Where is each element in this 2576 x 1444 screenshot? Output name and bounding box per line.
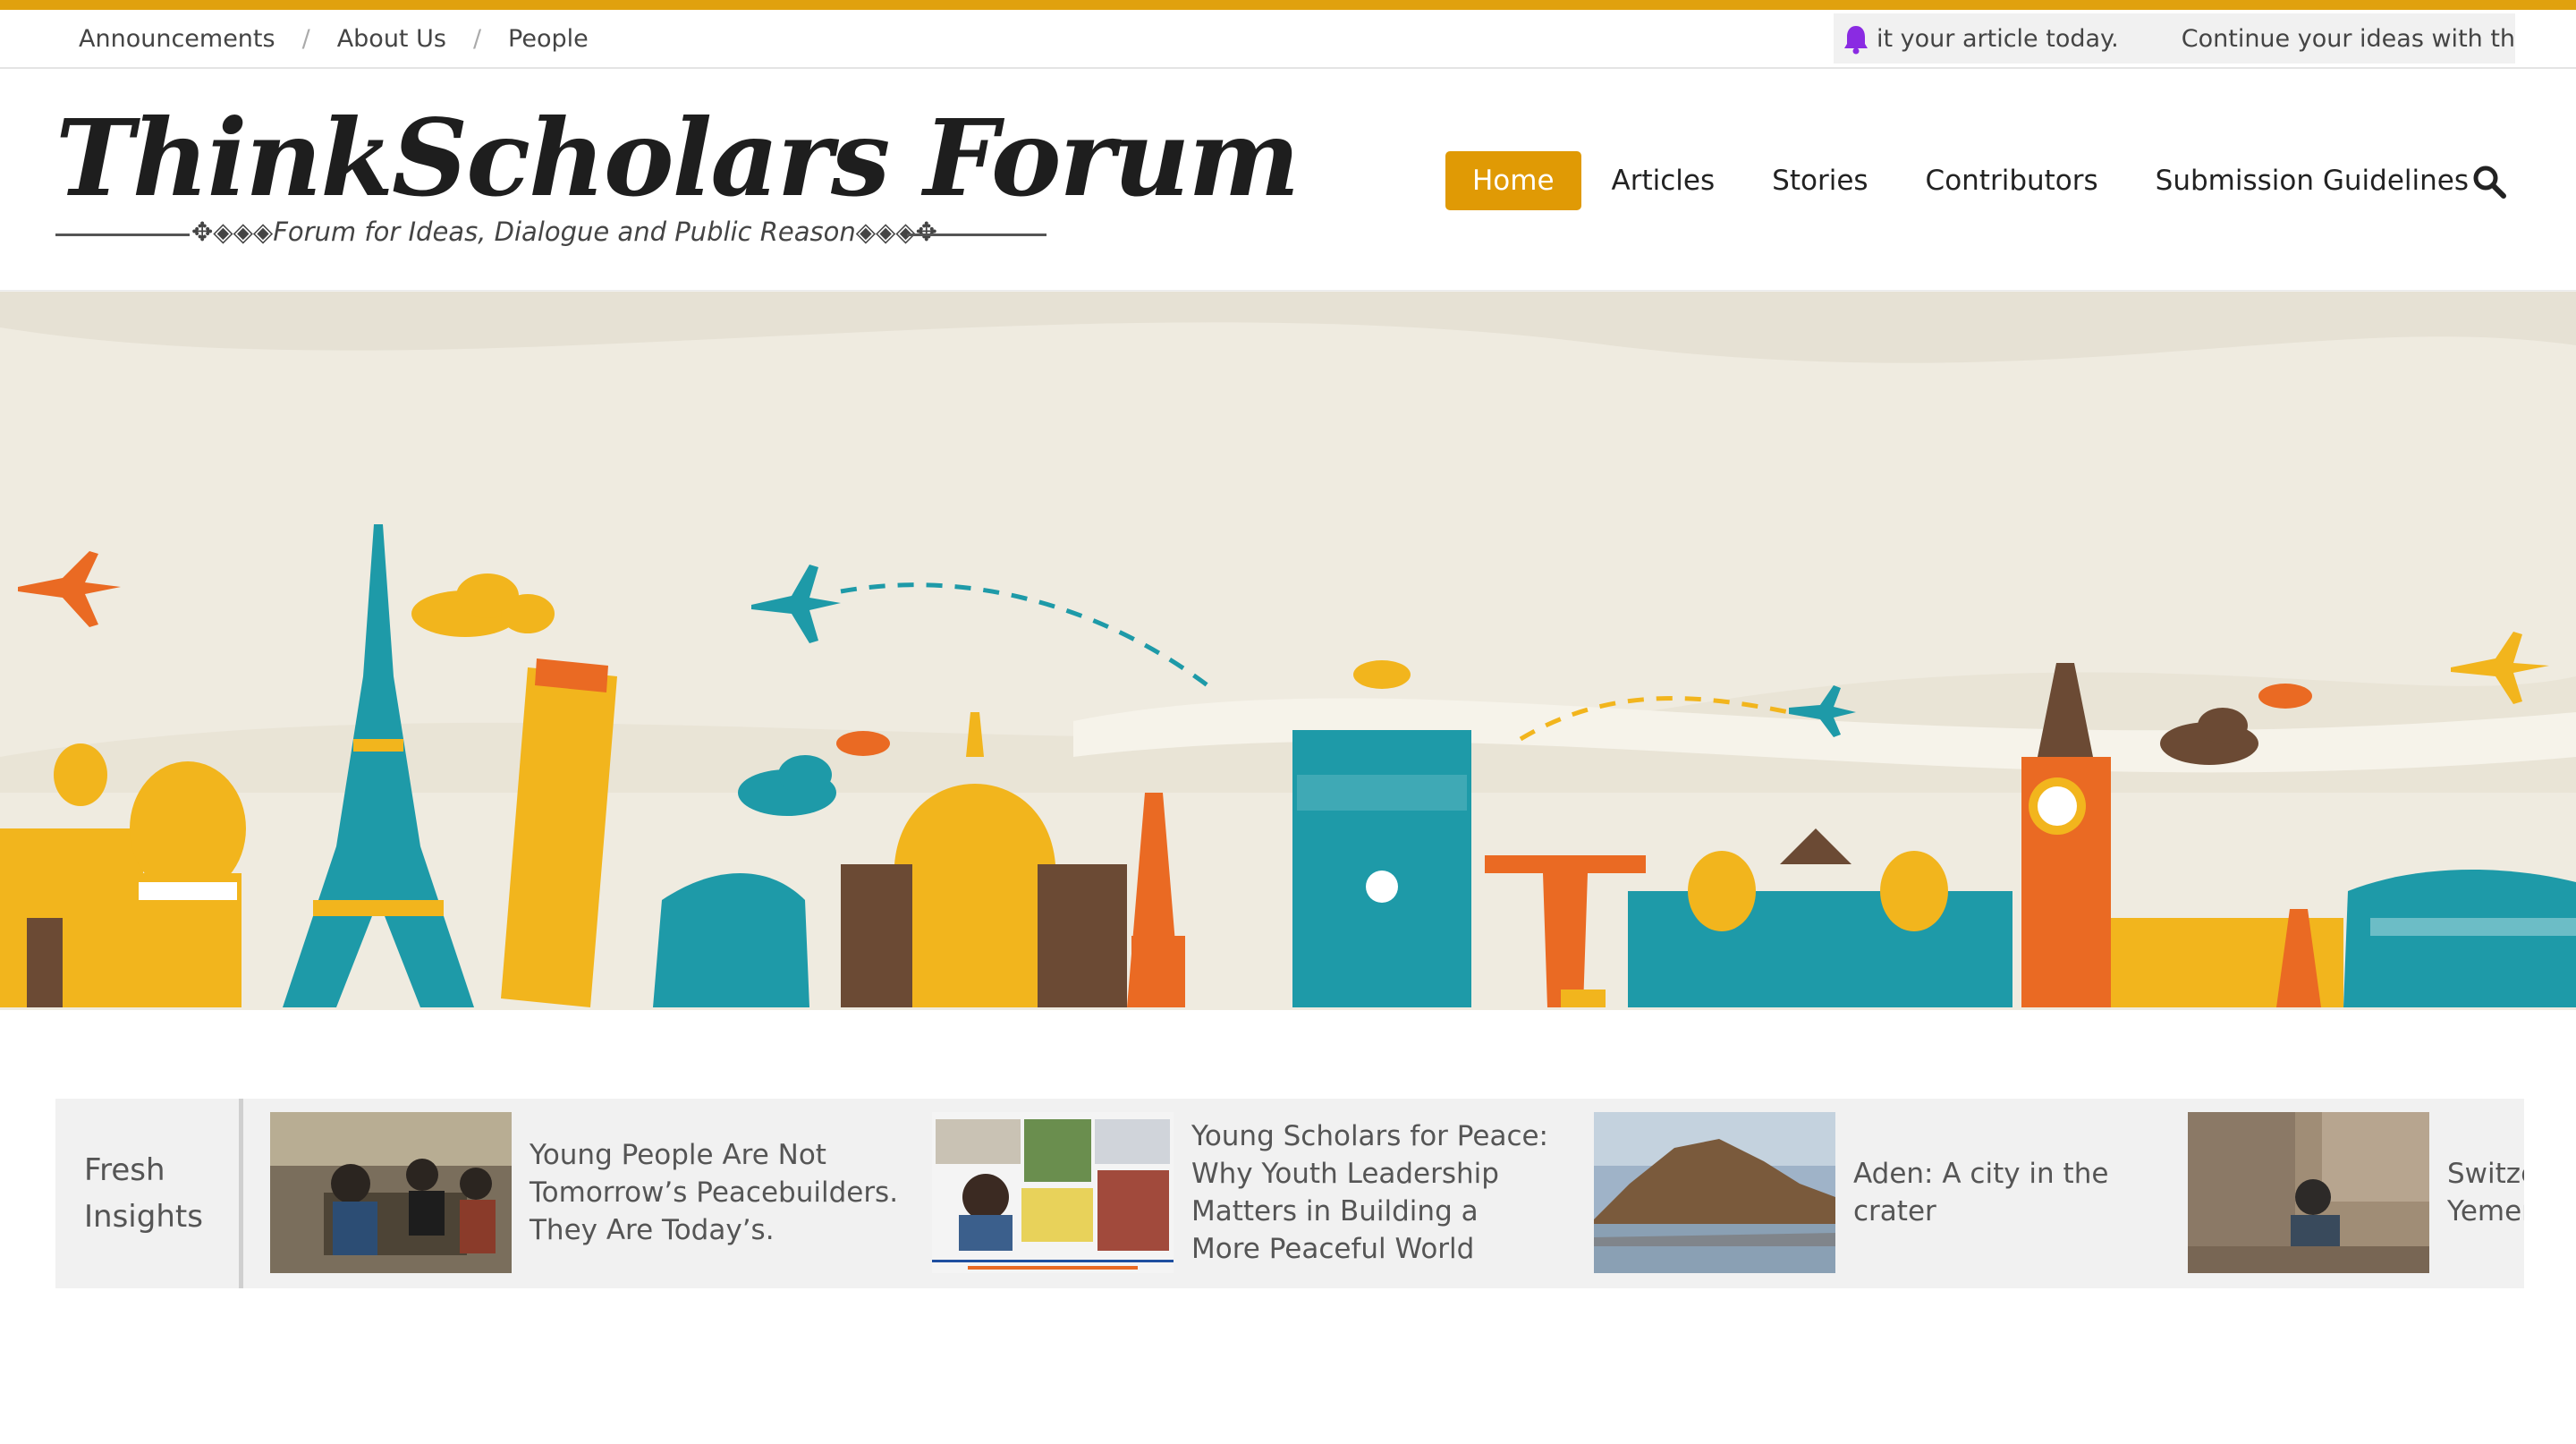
ticker-message[interactable]: it your article today.: [1877, 25, 2119, 53]
ticker-messages: it your article today. Continue your ide…: [1877, 13, 2515, 64]
insight-title[interactable]: Aden: A city in the crater: [1853, 1155, 2175, 1230]
insight-title[interactable]: Young Scholars for Peace: Why Youth Lead…: [1191, 1117, 1549, 1268]
logo-rule-left: [55, 234, 190, 236]
separator: /: [301, 24, 310, 53]
nav-articles[interactable]: Articles: [1585, 151, 1742, 210]
insight-item[interactable]: Switzerland Yemen: [2188, 1112, 2524, 1273]
logo-rule-right: [907, 234, 1046, 236]
separator: /: [472, 24, 482, 53]
logo-tagline: ✥◈◈◈Forum for Ideas, Dialogue and Public…: [191, 217, 937, 247]
top-utility-bar: Announcements / About Us / People it you…: [0, 10, 2576, 69]
announcement-ticker[interactable]: it your article today. Continue your ide…: [1834, 13, 2515, 64]
top-link-about-us[interactable]: About Us: [337, 25, 446, 53]
plane-icon: [751, 565, 841, 643]
insight-title[interactable]: Switzerland Yemen: [2447, 1155, 2524, 1230]
hero-banner: [0, 292, 2576, 1010]
search-icon[interactable]: [2472, 165, 2506, 199]
hero-illustration: [0, 292, 2576, 1007]
top-accent-line: [0, 0, 2576, 10]
label-line: Insights: [84, 1199, 203, 1235]
insight-thumbnail[interactable]: [2188, 1112, 2429, 1273]
logo-title: ThinkScholars Forum: [55, 96, 1300, 220]
site-logo[interactable]: ThinkScholars Forum ✥◈◈◈Forum for Ideas,…: [55, 106, 1300, 258]
insight-item[interactable]: Young People Are Not Tomorrow’s Peacebui…: [270, 1112, 905, 1273]
insight-item[interactable]: Young Scholars for Peace: Why Youth Lead…: [932, 1112, 1549, 1273]
nav-contributors[interactable]: Contributors: [1899, 151, 2125, 210]
plane-icon: [18, 551, 121, 627]
main-nav: Home Articles Stories Contributors Submi…: [1445, 151, 2499, 210]
insight-thumbnail[interactable]: [1594, 1112, 1835, 1273]
label-line: Fresh: [84, 1152, 165, 1188]
top-link-people[interactable]: People: [508, 25, 589, 53]
fresh-insights-label: Fresh Insights: [55, 1099, 243, 1288]
insight-thumbnail[interactable]: [270, 1112, 512, 1273]
insight-item[interactable]: Aden: A city in the crater: [1594, 1112, 2175, 1273]
insight-thumbnail[interactable]: [932, 1112, 1174, 1273]
nav-home[interactable]: Home: [1445, 151, 1581, 210]
nav-submission-guidelines[interactable]: Submission Guidelines: [2129, 151, 2496, 210]
top-links: Announcements / About Us / People: [79, 10, 589, 67]
top-link-announcements[interactable]: Announcements: [79, 25, 275, 53]
fresh-insights-strip: Fresh Insights Young People Are Not Tomo…: [55, 1099, 2524, 1288]
nav-stories[interactable]: Stories: [1745, 151, 1894, 210]
insight-title[interactable]: Young People Are Not Tomorrow’s Peacebui…: [530, 1136, 905, 1249]
ticker-message[interactable]: Continue your ideas with the wo: [2182, 25, 2515, 53]
bell-icon: [1844, 26, 1868, 55]
